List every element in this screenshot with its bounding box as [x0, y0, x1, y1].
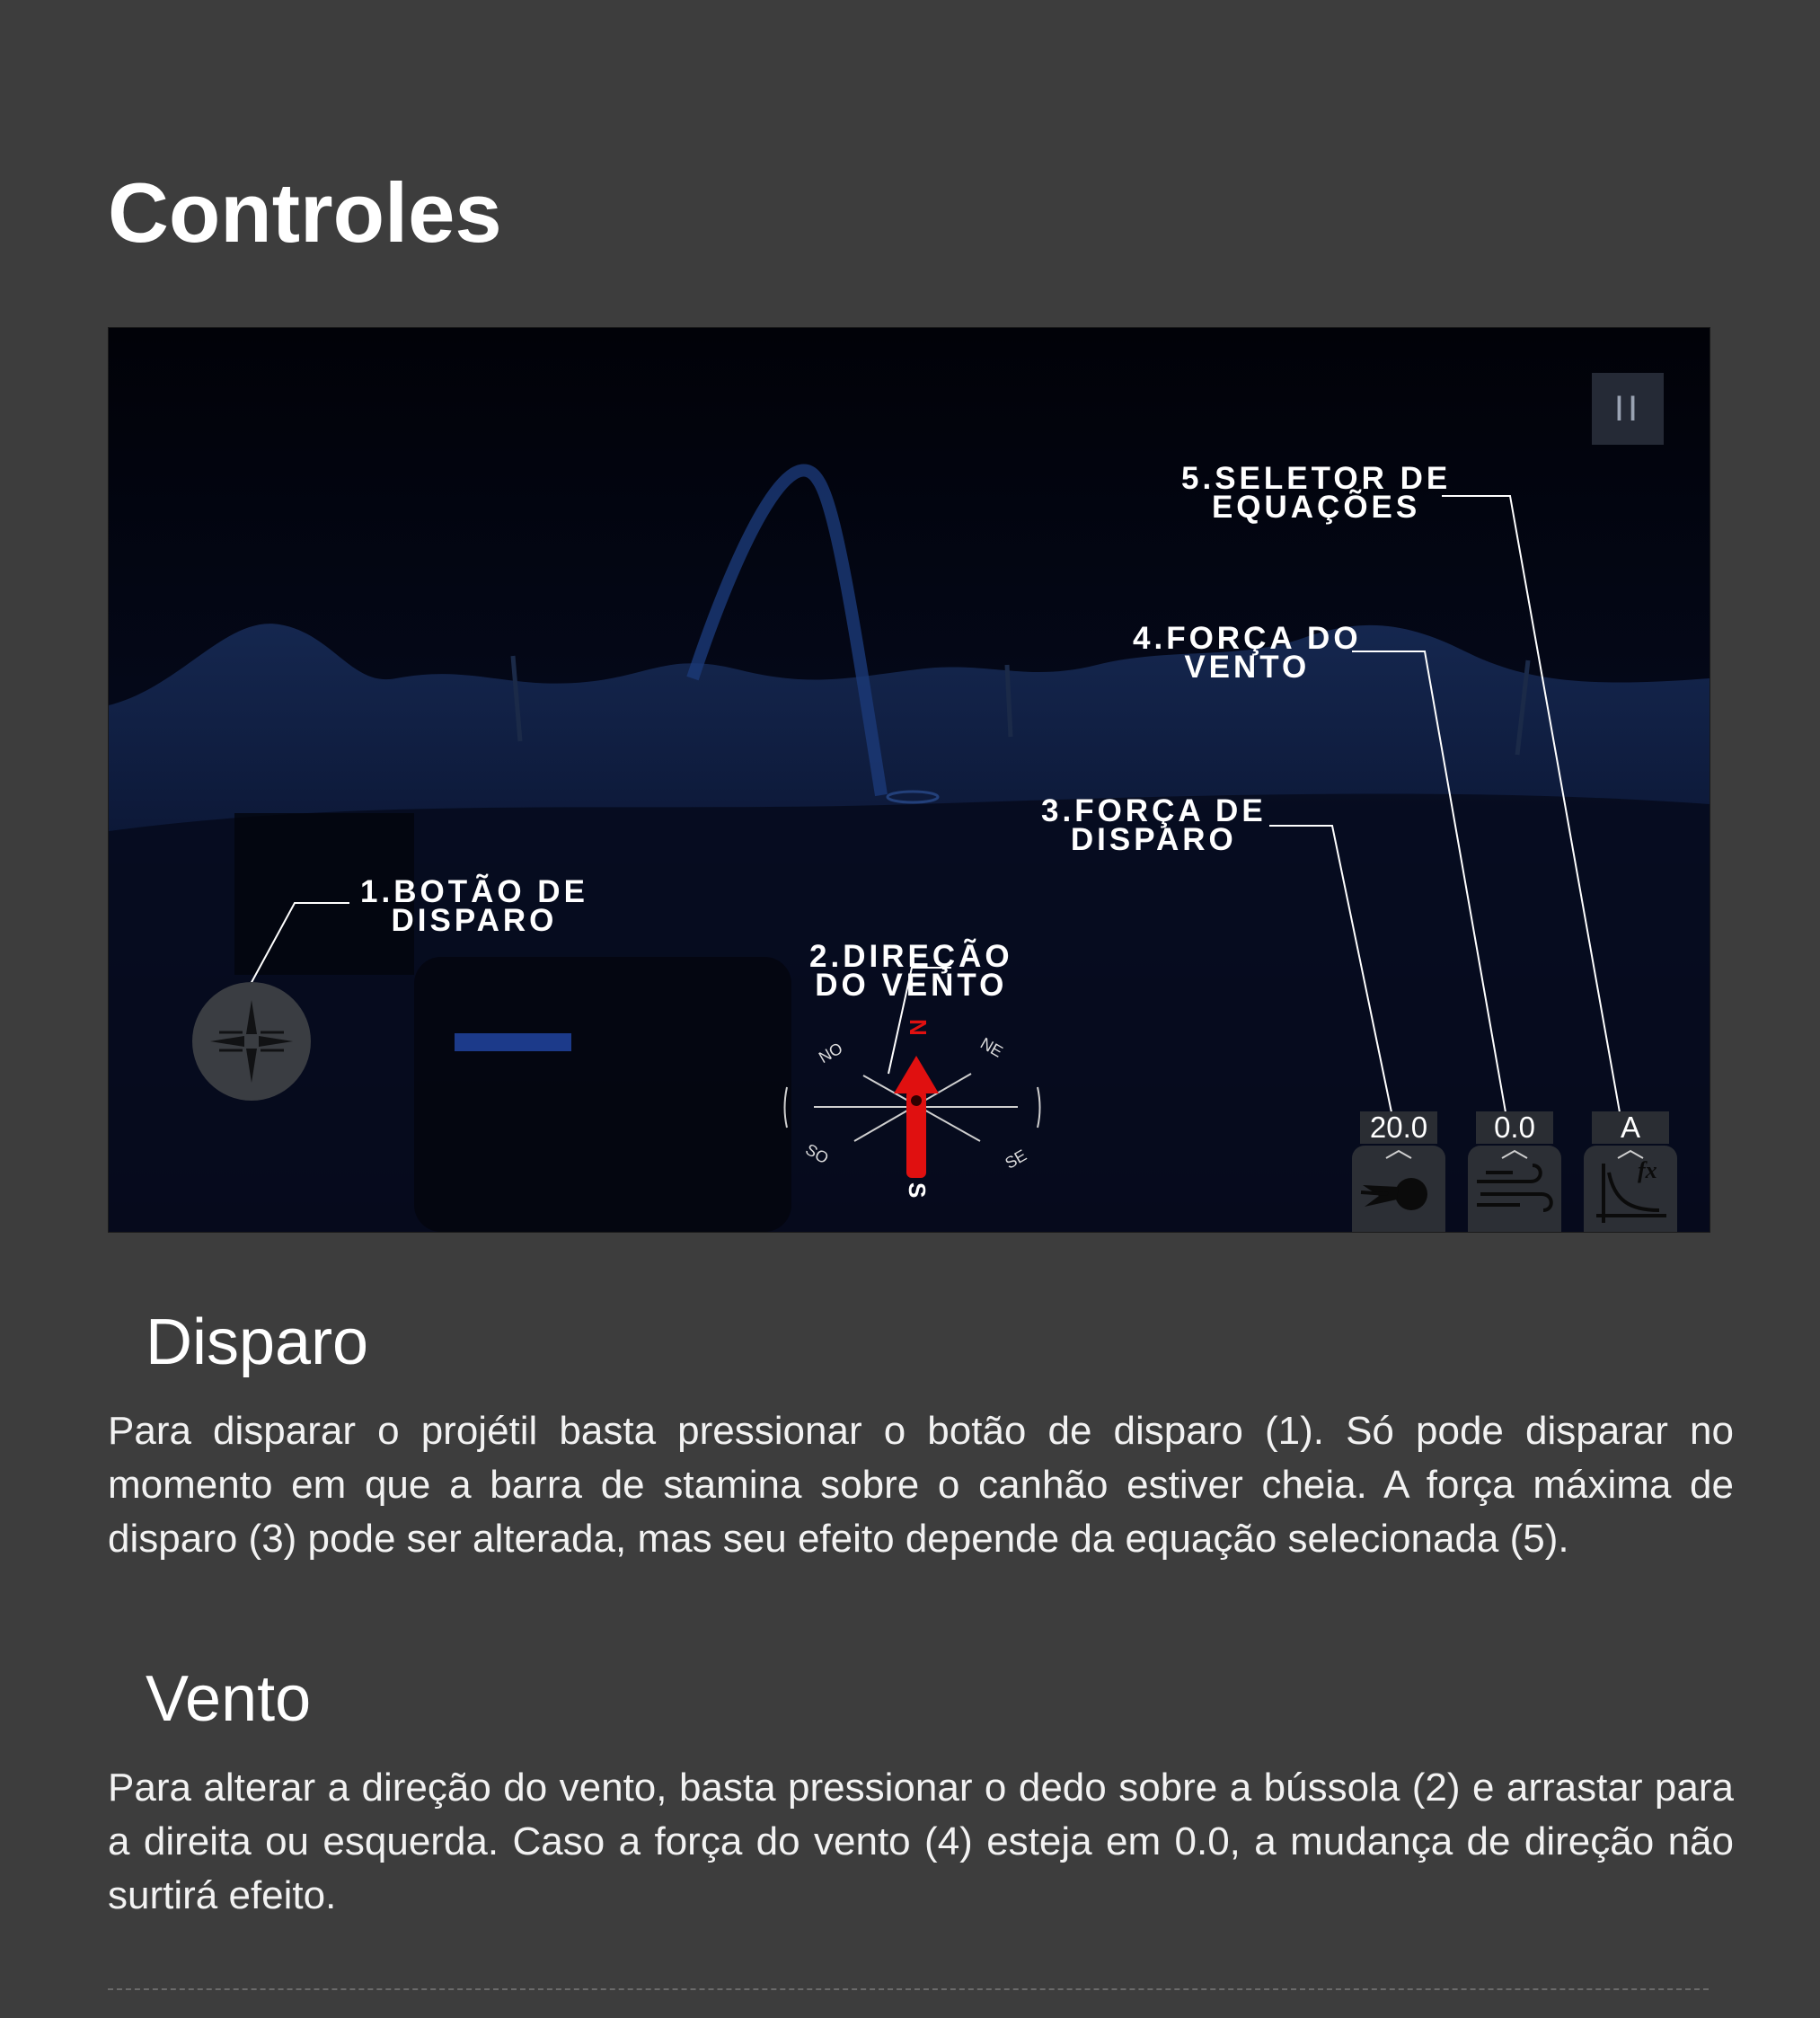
wind-force-value: 0.0 — [1476, 1111, 1553, 1144]
crosshair-icon — [210, 1000, 293, 1083]
compass-north: N — [905, 1019, 932, 1036]
callout-firing-button: 1.BOTÃO DE DISPARO — [360, 874, 588, 938]
section-text-disparo: Para disparar o projétil basta pressiona… — [108, 1409, 1734, 1561]
section-text-vento: Para alterar a direção do vento, basta p… — [108, 1766, 1734, 1917]
game-screenshot: N S NE NO SE SO II 1.BOTÃO DE DISPARO 2.… — [108, 327, 1710, 1233]
section-heading-disparo: Disparo — [146, 1306, 369, 1378]
callout-wind-direction: 2.DIREÇÃO DO VENTO — [809, 939, 1013, 1003]
firing-force-value: 20.0 — [1360, 1111, 1437, 1144]
wind-force-button[interactable] — [1468, 1146, 1561, 1232]
compass-south: S — [904, 1182, 931, 1198]
svg-text:fx: fx — [1638, 1157, 1657, 1183]
equation-selector-button[interactable]: fx — [1584, 1146, 1677, 1232]
game-scene: N S NE NO SE SO — [109, 328, 1710, 1232]
pause-button[interactable]: II — [1592, 373, 1664, 445]
comet-icon — [1360, 1149, 1427, 1210]
equation-value: A — [1592, 1111, 1669, 1144]
callout-wind-force: 4.FORÇA DO VENTO — [1133, 621, 1362, 685]
fire-button[interactable] — [192, 982, 311, 1101]
cannon-body — [414, 957, 791, 1232]
callout-firing-force: 3.FORÇA DE DISPARO — [1041, 793, 1267, 857]
firing-force-button[interactable] — [1352, 1146, 1445, 1232]
page-title: Controles — [108, 165, 502, 260]
wind-icon — [1477, 1149, 1553, 1212]
callout-equation-selector: 5.SELETOR DE EQUAÇÕES — [1181, 461, 1452, 525]
divider — [108, 1988, 1709, 1990]
stamina-bar — [455, 1033, 571, 1051]
pause-icon: II — [1613, 388, 1642, 429]
section-heading-vento: Vento — [146, 1663, 312, 1735]
function-graph-icon: fx — [1596, 1149, 1666, 1223]
